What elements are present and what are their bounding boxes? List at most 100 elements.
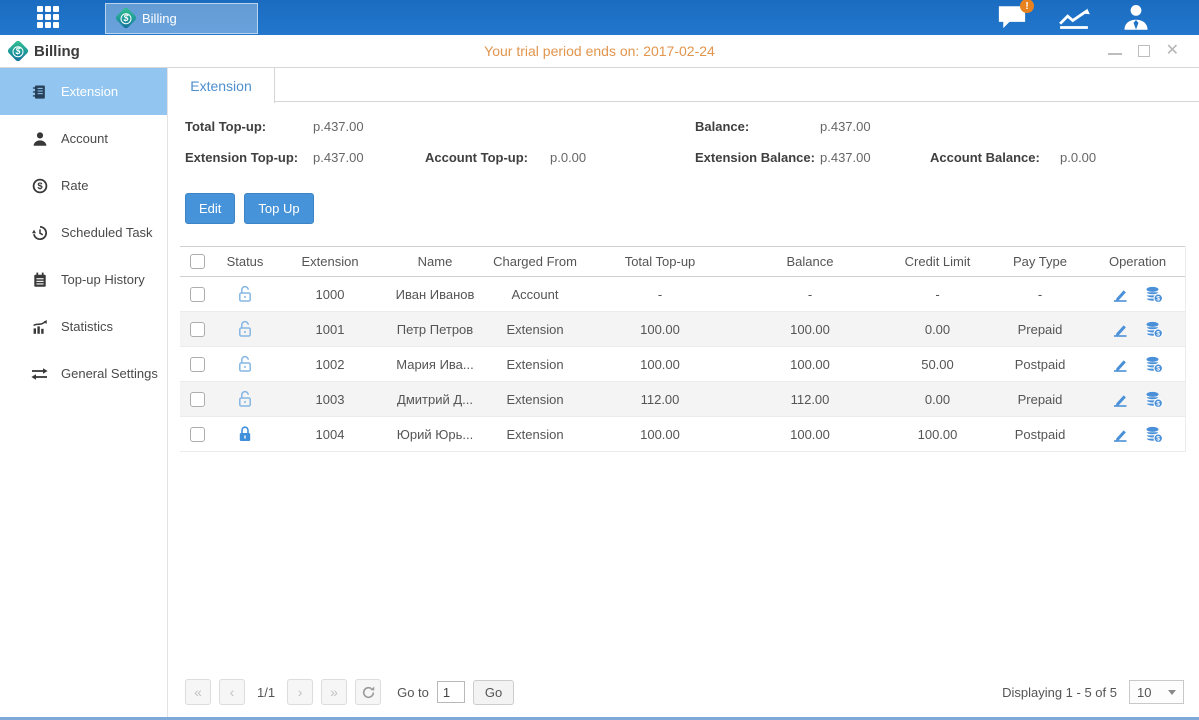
- window-title: Billing: [34, 43, 80, 60]
- status-unlocked-icon: [237, 390, 253, 408]
- row-checkbox[interactable]: [190, 287, 205, 302]
- refresh-icon: [362, 686, 375, 699]
- charged-from-value: Extension: [485, 322, 585, 337]
- transfer-arrows-icon: [31, 366, 48, 382]
- table-row[interactable]: 1000 Иван Иванов Account - - - - $: [180, 277, 1185, 312]
- notifications-icon[interactable]: !: [997, 5, 1027, 30]
- topup-extension-icon[interactable]: $: [1145, 356, 1163, 373]
- page-indicator: 1/1: [257, 685, 275, 700]
- extension-number: 1002: [275, 357, 385, 372]
- table-row[interactable]: 1001 Петр Петров Extension 100.00 100.00…: [180, 312, 1185, 347]
- balance-label: Balance:: [695, 119, 749, 134]
- displaying-text: Displaying 1 - 5 of 5: [1002, 685, 1117, 700]
- row-checkbox[interactable]: [190, 357, 205, 372]
- balance-cell: -: [735, 287, 885, 302]
- charged-from-value: Account: [485, 287, 585, 302]
- sidebar-item-statistics[interactable]: Statistics: [0, 303, 167, 350]
- edit-extension-icon[interactable]: [1112, 321, 1129, 338]
- topup-extension-icon[interactable]: $: [1145, 286, 1163, 303]
- credit-limit-cell: 0.00: [885, 322, 990, 337]
- next-page-button[interactable]: ›: [287, 679, 313, 705]
- action-buttons: Edit Top Up: [185, 193, 1199, 224]
- sidebar-item-extension[interactable]: Extension: [0, 68, 167, 115]
- maximize-button[interactable]: [1138, 45, 1150, 57]
- column-header-extension[interactable]: Extension: [275, 254, 385, 269]
- edit-extension-icon[interactable]: [1112, 356, 1129, 373]
- column-header-name[interactable]: Name: [385, 254, 485, 269]
- trial-notice: Your trial period ends on: 2017-02-24: [484, 43, 715, 59]
- sidebar-item-general-settings[interactable]: General Settings: [0, 350, 167, 397]
- total-topup-cell: 100.00: [585, 322, 735, 337]
- close-button[interactable]: ✕: [1166, 44, 1179, 58]
- topup-extension-icon[interactable]: $: [1145, 426, 1163, 443]
- topup-extension-icon[interactable]: $: [1145, 391, 1163, 408]
- column-header-status[interactable]: Status: [215, 254, 275, 269]
- credit-limit-cell: -: [885, 287, 990, 302]
- prev-page-button[interactable]: ‹: [219, 679, 245, 705]
- bar-chart-icon: [31, 319, 48, 335]
- row-checkbox[interactable]: [190, 322, 205, 337]
- edit-extension-icon[interactable]: [1112, 426, 1129, 443]
- sidebar-item-label: Scheduled Task: [61, 225, 153, 240]
- last-page-button[interactable]: »: [321, 679, 347, 705]
- edit-extension-icon[interactable]: [1112, 391, 1129, 408]
- column-header-credit-limit[interactable]: Credit Limit: [885, 254, 990, 269]
- table-header: Status Extension Name Charged From Total…: [180, 246, 1185, 277]
- person-icon: [31, 131, 48, 147]
- row-checkbox[interactable]: [190, 392, 205, 407]
- refresh-button[interactable]: [355, 679, 381, 705]
- chevron-down-icon: [1168, 690, 1176, 695]
- user-account-icon[interactable]: [1121, 4, 1151, 31]
- goto-label: Go to: [397, 685, 429, 700]
- sidebar-item-label: Statistics: [61, 319, 113, 334]
- table-row[interactable]: 1003 Дмитрий Д... Extension 112.00 112.0…: [180, 382, 1185, 417]
- edit-extension-icon[interactable]: [1112, 286, 1129, 303]
- extensions-table: Status Extension Name Charged From Total…: [180, 246, 1186, 452]
- window-controls: ✕: [1108, 44, 1179, 58]
- goto-page-input[interactable]: [437, 681, 465, 703]
- extension-topup-label: Extension Top-up:: [185, 150, 298, 165]
- table-row[interactable]: 1002 Мария Ива... Extension 100.00 100.0…: [180, 347, 1185, 382]
- charged-from-value: Extension: [485, 427, 585, 442]
- balance-summary: Total Top-up: p.437.00 Balance: p.437.00…: [168, 102, 1199, 179]
- sidebar-item-topup-history[interactable]: Top-up History: [0, 256, 167, 303]
- table-body: 1000 Иван Иванов Account - - - - $ 1001 …: [180, 277, 1185, 452]
- app-launcher-icon[interactable]: [37, 6, 61, 30]
- billing-app-icon: $: [115, 7, 138, 30]
- taskbar-tab-billing[interactable]: $ Billing: [105, 3, 258, 34]
- select-all-checkbox[interactable]: [190, 254, 205, 269]
- column-header-balance[interactable]: Balance: [735, 254, 885, 269]
- system-topbar: $ Billing !: [0, 0, 1199, 35]
- column-header-total-topup[interactable]: Total Top-up: [585, 254, 735, 269]
- resource-monitor-icon[interactable]: [1057, 6, 1091, 30]
- status-unlocked-icon: [237, 320, 253, 338]
- balance-cell: 100.00: [735, 357, 885, 372]
- billing-window-icon: $: [7, 40, 30, 63]
- column-header-charged-from[interactable]: Charged From: [485, 254, 585, 269]
- svg-text:$: $: [1156, 400, 1160, 407]
- sidebar-item-account[interactable]: Account: [0, 115, 167, 162]
- status-unlocked-icon: [237, 355, 253, 373]
- table-row[interactable]: 1004 Юрий Юрь... Extension 100.00 100.00…: [180, 417, 1185, 452]
- column-header-pay-type[interactable]: Pay Type: [990, 254, 1090, 269]
- extension-name: Иван Иванов: [385, 287, 485, 302]
- balance-cell: 100.00: [735, 427, 885, 442]
- row-checkbox[interactable]: [190, 427, 205, 442]
- edit-button[interactable]: Edit: [185, 193, 235, 224]
- billing-app-window: $ Billing !: [0, 0, 1199, 720]
- notification-badge: !: [1020, 0, 1034, 13]
- page-size-select[interactable]: 10: [1129, 680, 1184, 704]
- sidebar-item-rate[interactable]: $ Rate: [0, 162, 167, 209]
- total-topup-cell: 100.00: [585, 427, 735, 442]
- sidebar-item-scheduled-task[interactable]: Scheduled Task: [0, 209, 167, 256]
- credit-limit-cell: 0.00: [885, 392, 990, 407]
- first-page-button[interactable]: «: [185, 679, 211, 705]
- topup-button[interactable]: Top Up: [244, 193, 313, 224]
- minimize-button[interactable]: [1108, 47, 1122, 55]
- topup-extension-icon[interactable]: $: [1145, 321, 1163, 338]
- tab-extension[interactable]: Extension: [168, 68, 275, 103]
- tab-label: Extension: [190, 78, 251, 94]
- go-button[interactable]: Go: [473, 680, 514, 705]
- svg-text:$: $: [37, 181, 43, 192]
- pay-type-cell: Postpaid: [990, 427, 1090, 442]
